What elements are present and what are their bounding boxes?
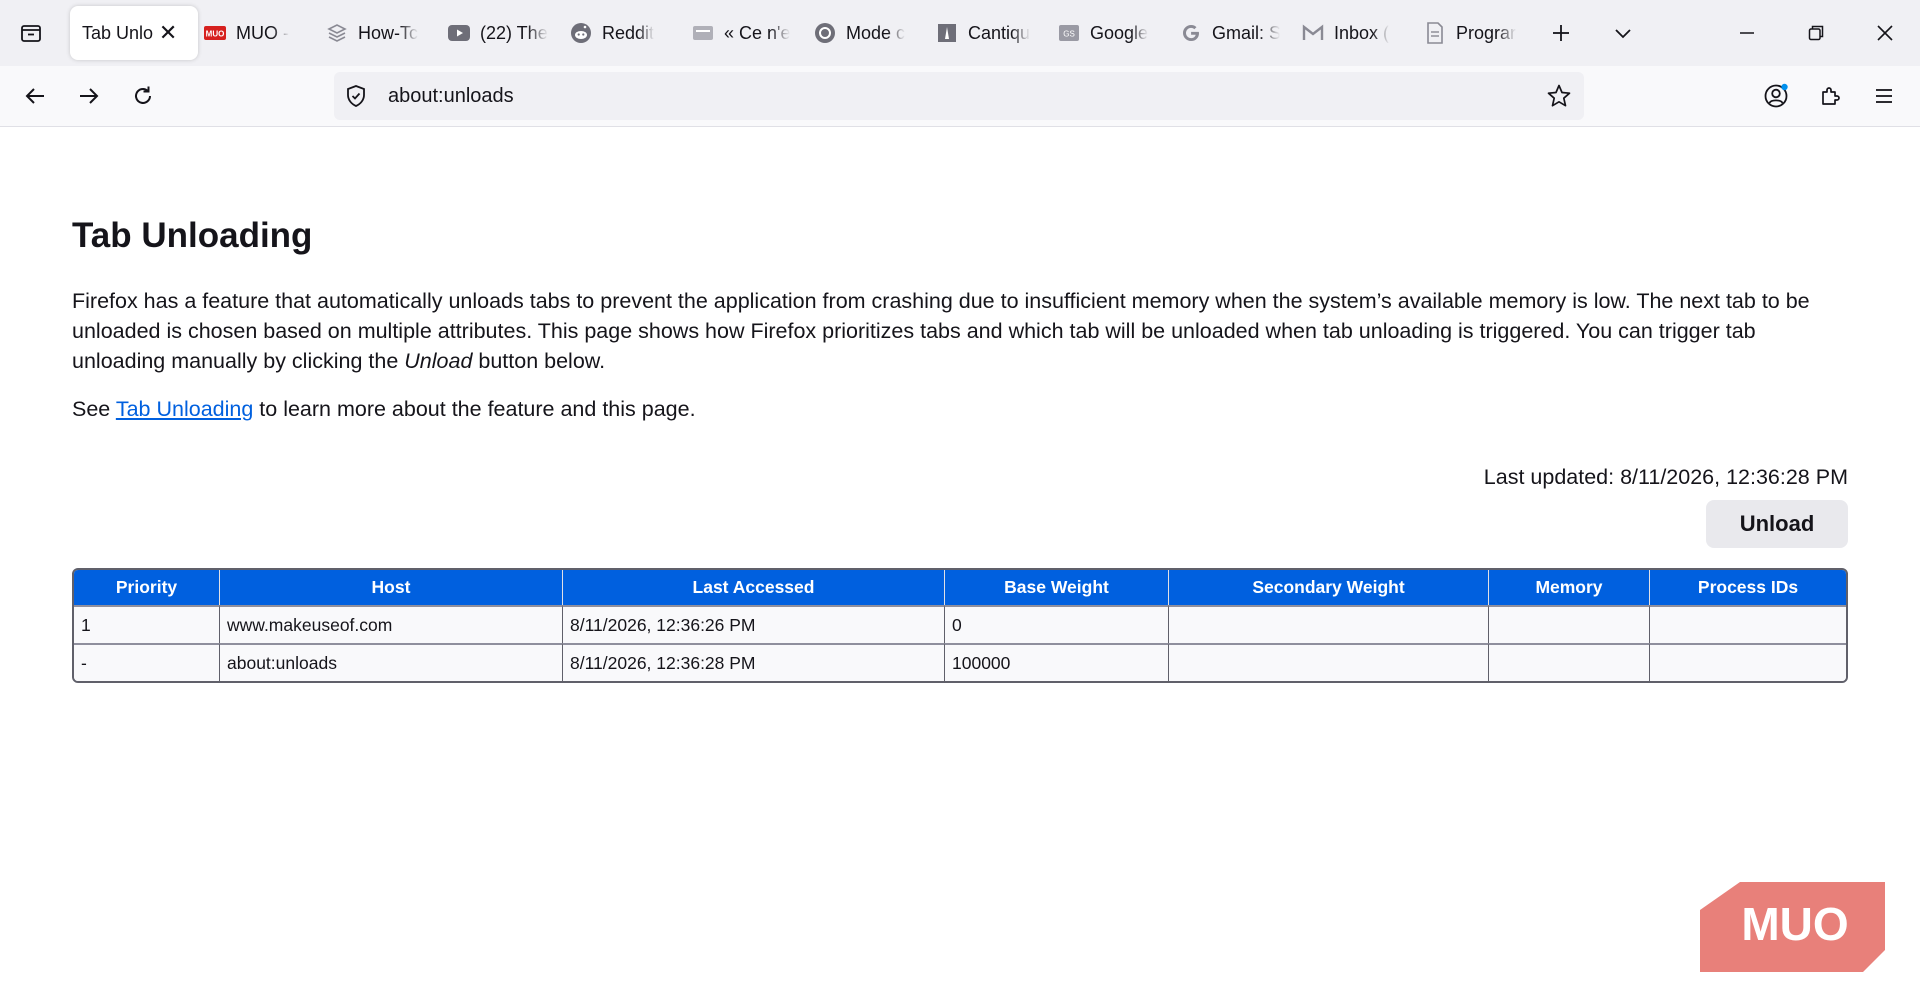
learn-more-text: See Tab Unloading to learn more about th… <box>72 397 696 422</box>
table-header-row: Priority Host Last Accessed Base Weight … <box>74 570 1846 605</box>
column-header-last-accessed: Last Accessed <box>562 570 944 605</box>
cell-base-weight: 0 <box>944 605 1168 643</box>
close-window-icon[interactable] <box>1868 16 1902 50</box>
cell-memory <box>1488 643 1649 681</box>
tab-8[interactable]: GS Google <box>1058 6 1158 60</box>
column-header-host: Host <box>219 570 562 605</box>
document-icon <box>1424 22 1446 44</box>
description-emphasis: Unload <box>404 349 473 373</box>
extensions-icon[interactable] <box>1813 79 1847 113</box>
cell-base-weight: 100000 <box>944 643 1168 681</box>
tab-title: Prograr <box>1456 22 1517 43</box>
tab-title: Tab Unlo <box>82 22 154 43</box>
reddit-icon <box>570 22 592 44</box>
tab-5[interactable]: « Ce n'e <box>692 6 792 60</box>
tab-7[interactable]: Cantiqu <box>936 6 1036 60</box>
tab-title: Inbox ( <box>1334 22 1390 43</box>
close-tab-icon[interactable]: ✕ <box>157 20 179 46</box>
howto-icon <box>326 22 348 44</box>
column-header-secondary-weight: Secondary Weight <box>1168 570 1488 605</box>
column-header-process-ids: Process IDs <box>1649 570 1846 605</box>
shield-icon[interactable] <box>344 84 368 108</box>
column-header-memory: Memory <box>1488 570 1649 605</box>
tab-title: « Ce n'e <box>724 22 791 43</box>
see-prefix: See <box>72 397 116 421</box>
new-tab-icon[interactable] <box>1544 16 1578 50</box>
tab-title: Gmail: S <box>1212 22 1280 43</box>
table-row: - about:unloads 8/11/2026, 12:36:28 PM 1… <box>74 643 1846 681</box>
tab-strip: Tab Unlo ✕ MUO MUO - How-Tc (22) The Red… <box>0 0 1920 66</box>
tab-11[interactable]: Prograr <box>1424 6 1524 60</box>
account-icon[interactable] <box>1759 79 1793 113</box>
navigation-toolbar: about:unloads <box>0 66 1920 127</box>
cell-last-accessed: 8/11/2026, 12:36:26 PM <box>562 605 944 643</box>
column-header-priority: Priority <box>74 570 219 605</box>
tab-title: Reddit <box>602 22 655 43</box>
svg-text:GS: GS <box>1063 30 1075 39</box>
see-suffix: to learn more about the feature and this… <box>253 397 696 421</box>
cell-host: www.makeuseof.com <box>219 605 562 643</box>
page-title: Tab Unloading <box>72 216 313 255</box>
bookmark-star-icon[interactable] <box>1546 83 1572 109</box>
cell-last-accessed: 8/11/2026, 12:36:28 PM <box>562 643 944 681</box>
reload-icon[interactable] <box>126 79 160 113</box>
forward-icon[interactable] <box>72 79 106 113</box>
muo-watermark-logo: MUO <box>1700 878 1885 974</box>
cell-secondary-weight <box>1168 643 1488 681</box>
google-site-icon: GS <box>1058 22 1080 44</box>
cell-process-ids <box>1649 605 1846 643</box>
firefox-view-icon[interactable] <box>14 16 48 50</box>
unload-button[interactable]: Unload <box>1706 500 1848 548</box>
tab-title: Mode c <box>846 22 906 43</box>
tab-1[interactable]: MUO MUO - <box>204 6 304 60</box>
generic-site-icon <box>692 22 714 44</box>
tab-title: Google <box>1090 22 1149 43</box>
address-bar[interactable]: about:unloads <box>334 72 1584 120</box>
cell-process-ids <box>1649 643 1846 681</box>
svg-text:MUO: MUO <box>206 30 225 39</box>
table-row: 1 www.makeuseof.com 8/11/2026, 12:36:26 … <box>74 605 1846 643</box>
restore-icon[interactable] <box>1799 16 1833 50</box>
cell-secondary-weight <box>1168 605 1488 643</box>
page-description: Firefox has a feature that automatically… <box>72 286 1848 376</box>
cell-priority: 1 <box>74 605 219 643</box>
last-updated: Last updated: 8/11/2026, 12:36:28 PM <box>1483 465 1848 489</box>
tab-0[interactable]: Tab Unlo ✕ <box>70 6 198 60</box>
column-header-base-weight: Base Weight <box>944 570 1168 605</box>
cell-memory <box>1488 605 1649 643</box>
tab-title: MUO - <box>236 22 289 43</box>
cantique-icon <box>936 22 958 44</box>
url-text[interactable]: about:unloads <box>388 85 514 108</box>
muo-icon: MUO <box>204 22 226 44</box>
description-text-end: button below. <box>472 349 606 373</box>
gmail-icon <box>1302 22 1324 44</box>
tab-unload-table: Priority Host Last Accessed Base Weight … <box>72 568 1848 683</box>
minimize-icon[interactable] <box>1730 16 1764 50</box>
tab-3[interactable]: (22) The <box>448 6 548 60</box>
tab-9[interactable]: Gmail: S <box>1180 6 1280 60</box>
tab-4[interactable]: Reddit <box>570 6 670 60</box>
tab-2[interactable]: How-Tc <box>326 6 426 60</box>
threads-icon <box>814 22 836 44</box>
back-icon[interactable] <box>18 79 52 113</box>
tab-title: Cantiqu <box>968 22 1031 43</box>
cell-host: about:unloads <box>219 643 562 681</box>
tab-title: (22) The <box>480 22 548 43</box>
cell-priority: - <box>74 643 219 681</box>
list-all-tabs-icon[interactable] <box>1606 16 1640 50</box>
youtube-icon <box>448 22 470 44</box>
google-icon <box>1180 22 1202 44</box>
menu-icon[interactable] <box>1867 79 1901 113</box>
tab-10[interactable]: Inbox ( <box>1302 6 1402 60</box>
tab-title: How-Tc <box>358 22 419 43</box>
tab-6[interactable]: Mode c <box>814 6 914 60</box>
description-text: Firefox has a feature that automatically… <box>72 289 1810 373</box>
tab-unloading-link[interactable]: Tab Unloading <box>116 397 253 421</box>
watermark-text: MUO <box>1741 898 1848 950</box>
